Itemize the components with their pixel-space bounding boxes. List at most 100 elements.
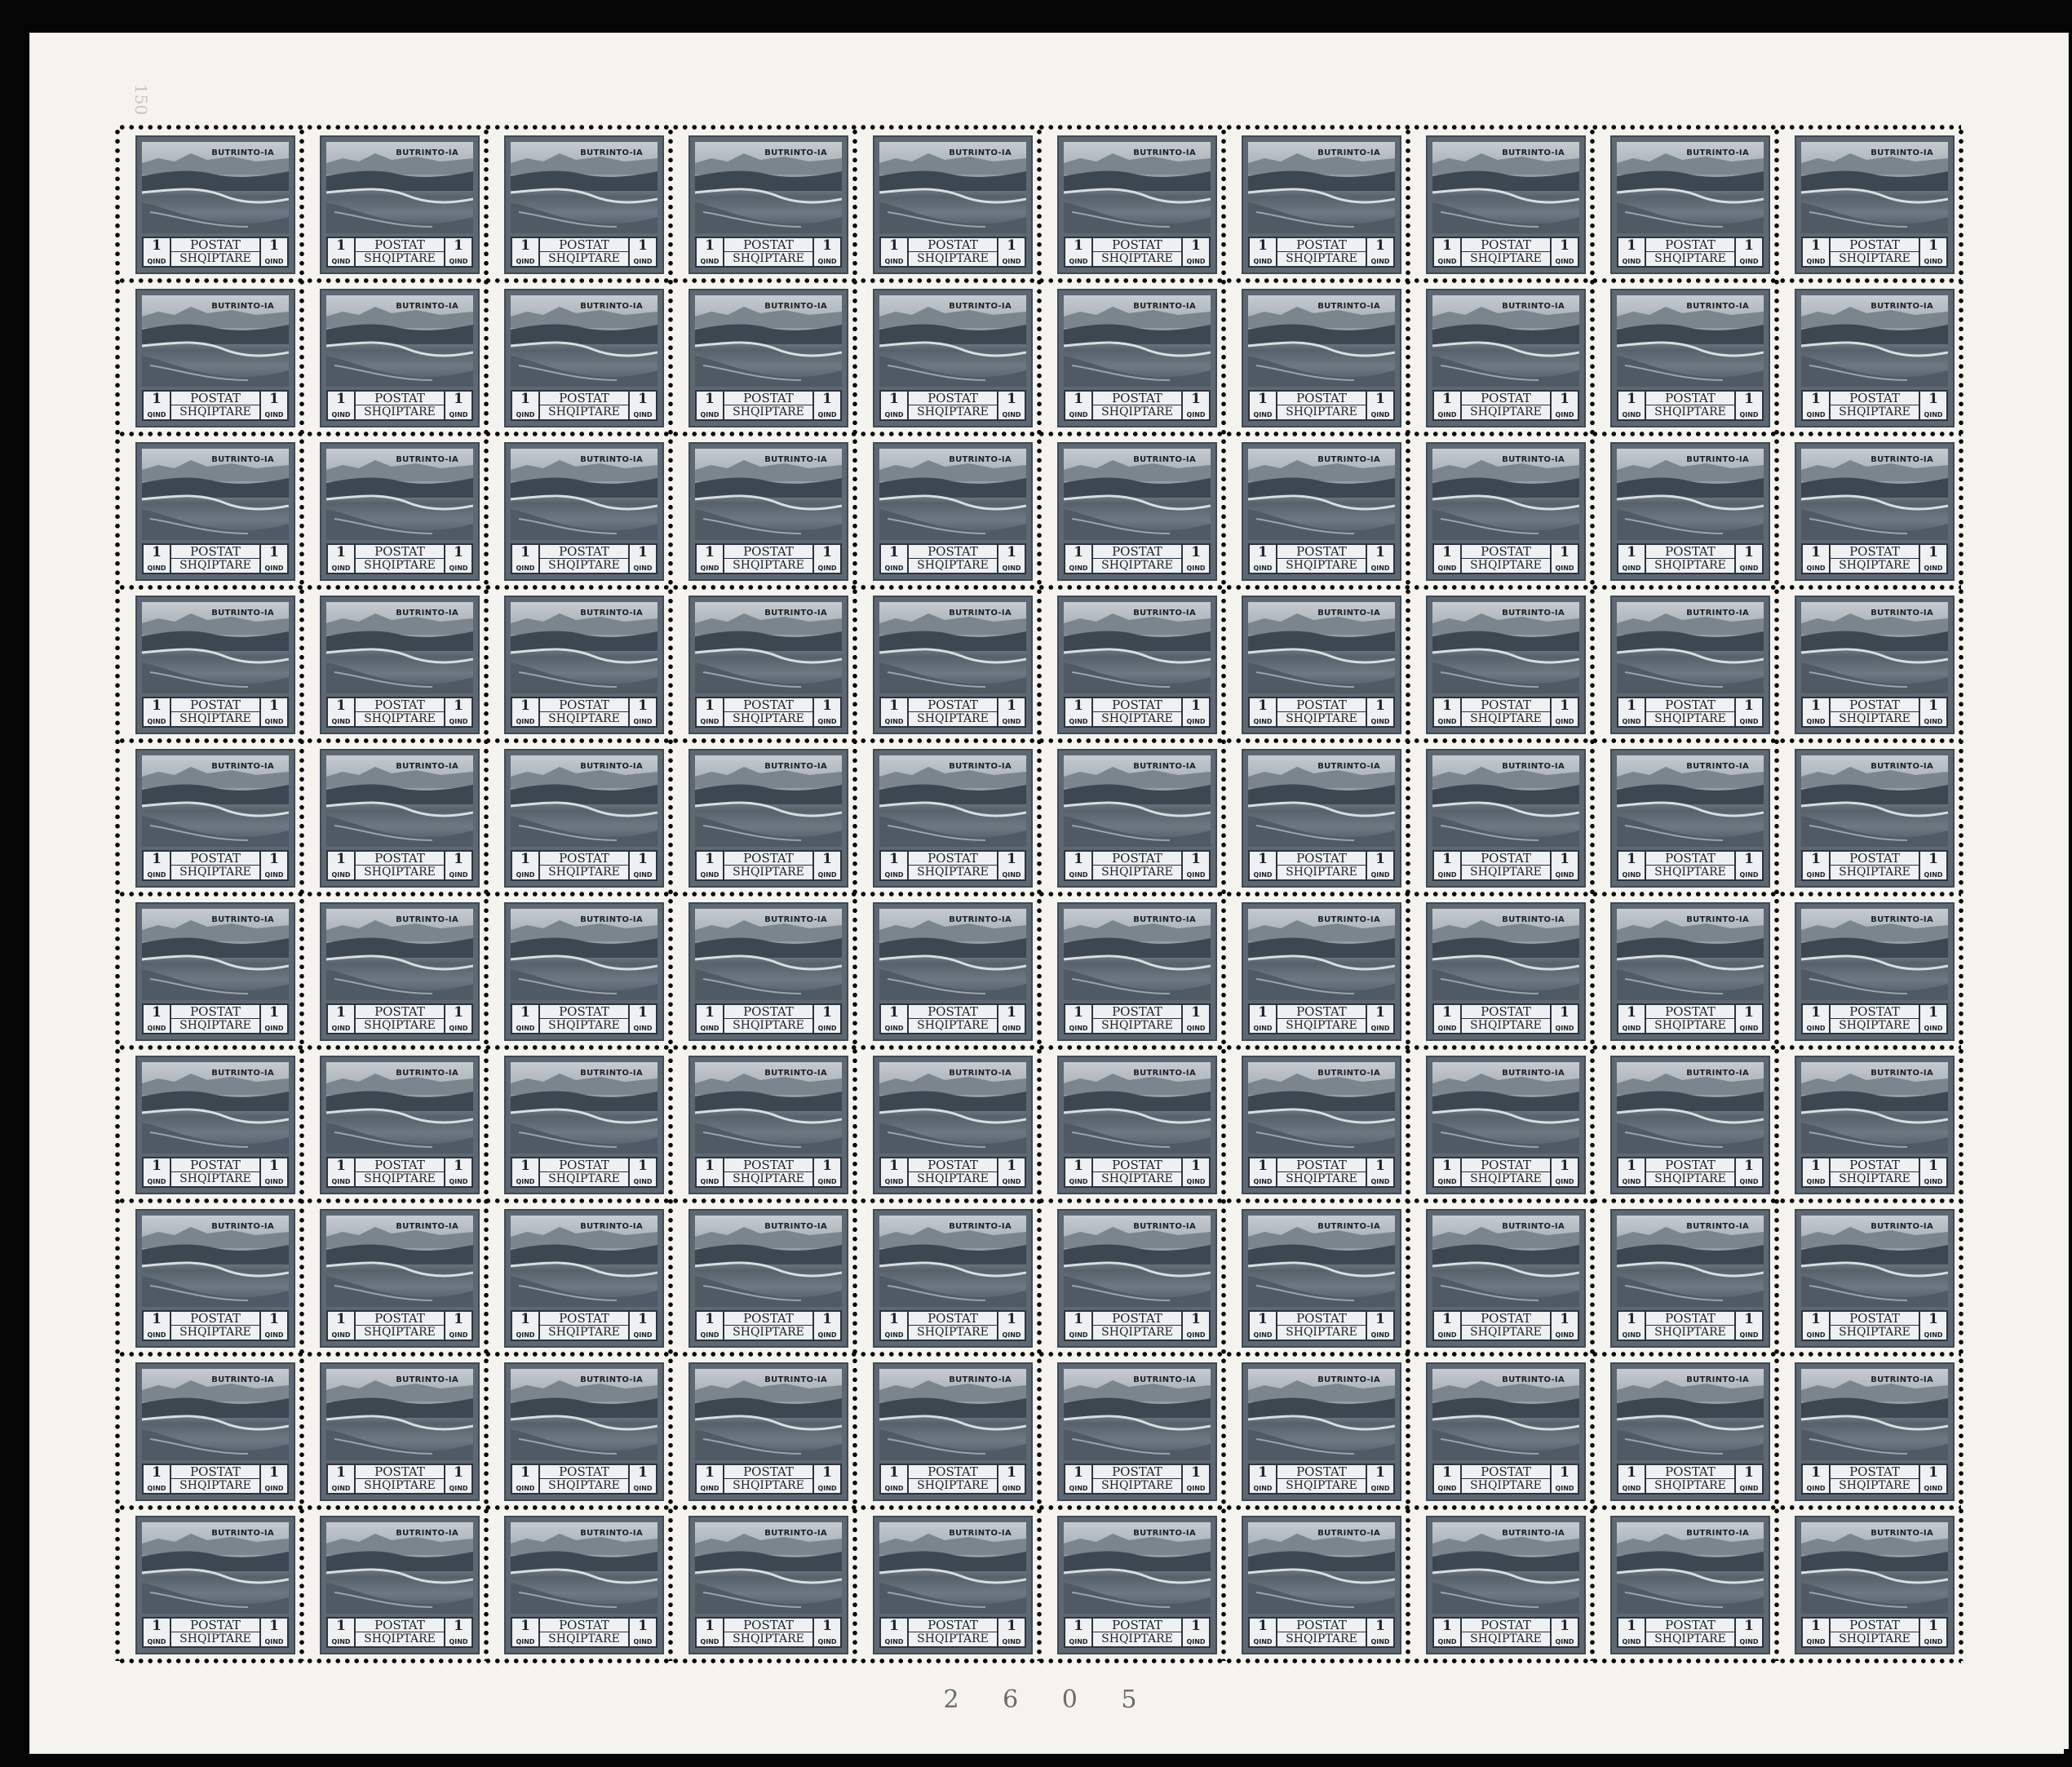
stamp-label-shqiptare: SHQIPTARE [179, 1479, 251, 1492]
stamp: BUTRINTO-IA 1 QIND POSTAT SHQIPTARE 1 QI… [1426, 1516, 1586, 1654]
stamp-caption: BUTRINTO-IA [211, 1529, 274, 1538]
stamp: BUTRINTO-IA 1 QIND POSTAT SHQIPTARE 1 QI… [135, 289, 295, 427]
stamp-caption: BUTRINTO-IA [949, 1222, 1012, 1231]
stamp-value-left: 1 [1074, 698, 1083, 714]
stamp-label-shqiptare: SHQIPTARE [1839, 559, 1910, 572]
stamp-label-shqiptare: SHQIPTARE [179, 559, 251, 572]
stamp-value-frame: 1 QIND POSTAT SHQIPTARE 1 QIND [142, 1464, 289, 1495]
stamp-value-right: 1 [1007, 1464, 1016, 1481]
perforation-column [299, 127, 304, 1661]
stamp-value-left: 1 [152, 1464, 162, 1481]
stamp-caption: BUTRINTO-IA [1871, 1069, 1933, 1078]
stamp-caption: BUTRINTO-IA [1502, 915, 1565, 924]
stamp-value-frame: 1 QIND POSTAT SHQIPTARE 1 QIND [1248, 697, 1395, 728]
stamp-label-postat: POSTAT [1646, 545, 1734, 559]
stamp-value-frame: 1 QIND POSTAT SHQIPTARE 1 QIND [1064, 1157, 1211, 1188]
stamp-landscape-image: BUTRINTO-IA [1248, 142, 1395, 233]
stamp-label-postat: POSTAT [1277, 1619, 1366, 1632]
stamp-value-left: 1 [1627, 1618, 1636, 1634]
stamp-value-frame: 1 QIND POSTAT SHQIPTARE 1 QIND [695, 1617, 842, 1648]
stamp-value-left: 1 [520, 1311, 530, 1327]
stamp-unit-left: QIND [516, 411, 535, 418]
stamp-label-shqiptare: SHQIPTARE [364, 1172, 436, 1185]
stamp-label-shqiptare: SHQIPTARE [917, 1326, 989, 1339]
stamp-unit-left: QIND [1806, 1638, 1826, 1645]
stamp-value-frame: 1 QIND POSTAT SHQIPTARE 1 QIND [142, 850, 289, 881]
stamp-value-left: 1 [1811, 1464, 1821, 1481]
stamp-landscape-image: BUTRINTO-IA [1248, 909, 1395, 1000]
stamp-unit-right: QIND [1370, 1638, 1390, 1645]
stamp-value-left: 1 [1442, 391, 1452, 407]
stamp-value-right: 1 [269, 391, 279, 407]
stamp-unit-right: QIND [817, 871, 837, 879]
stamp: BUTRINTO-IA 1 QIND POSTAT SHQIPTARE 1 QI… [688, 596, 848, 734]
stamp-value-left: 1 [889, 1464, 899, 1481]
stamp-value-left: 1 [1074, 1004, 1083, 1021]
stamp-value-frame: 1 QIND POSTAT SHQIPTARE 1 QIND [1064, 850, 1211, 881]
stamp-label-postat: POSTAT [540, 1312, 628, 1326]
stamp-unit-left: QIND [1806, 1178, 1826, 1185]
stamp-label-postat: POSTAT [1462, 852, 1550, 866]
stamp-caption: BUTRINTO-IA [1871, 455, 1933, 464]
stamp-value-right: 1 [1560, 1158, 1569, 1174]
stamp-value-frame: 1 QIND POSTAT SHQIPTARE 1 QIND [326, 1617, 473, 1648]
stamp-value-right: 1 [454, 237, 463, 254]
stamp-landscape-image: BUTRINTO-IA [1617, 295, 1764, 387]
stamp-label-postat: POSTAT [1831, 1158, 1919, 1172]
stamp-landscape-image: BUTRINTO-IA [1248, 449, 1395, 540]
stamp-value-frame: 1 QIND POSTAT SHQIPTARE 1 QIND [142, 390, 289, 421]
stamp-label-postat: POSTAT [1093, 852, 1181, 866]
stamp-caption: BUTRINTO-IA [396, 609, 458, 618]
stamp-caption: BUTRINTO-IA [1871, 302, 1933, 311]
stamp-label-shqiptare: SHQIPTARE [1839, 712, 1910, 725]
stamp: BUTRINTO-IA 1 QIND POSTAT SHQIPTARE 1 QI… [1610, 442, 1770, 581]
stamp-caption: BUTRINTO-IA [580, 455, 643, 464]
stamp-value-left: 1 [1627, 391, 1636, 407]
stamp-landscape-image: BUTRINTO-IA [142, 295, 289, 387]
stamp-caption: BUTRINTO-IA [1686, 1529, 1749, 1538]
stamp-label-shqiptare: SHQIPTARE [1286, 405, 1357, 418]
stamp-value-frame: 1 QIND POSTAT SHQIPTARE 1 QIND [695, 237, 842, 268]
stamp-value-right: 1 [1191, 544, 1201, 560]
stamp: BUTRINTO-IA 1 QIND POSTAT SHQIPTARE 1 QI… [1057, 1056, 1217, 1194]
perforation-column [668, 127, 673, 1661]
stamp-value-right: 1 [454, 1618, 463, 1634]
stamp-unit-left: QIND [331, 411, 351, 418]
stamp: BUTRINTO-IA 1 QIND POSTAT SHQIPTARE 1 QI… [504, 442, 664, 581]
stamp-value-right: 1 [1560, 851, 1569, 867]
stamp-value-right: 1 [454, 1158, 463, 1174]
stamp-unit-right: QIND [817, 411, 837, 418]
stamp-label-shqiptare: SHQIPTARE [179, 405, 251, 418]
stamp-label-postat: POSTAT [724, 392, 812, 405]
stamp: BUTRINTO-IA 1 QIND POSTAT SHQIPTARE 1 QI… [320, 289, 480, 427]
stamp-label-postat: POSTAT [356, 1312, 444, 1326]
stamp-label-shqiptare: SHQIPTARE [364, 1479, 436, 1492]
stamp-unit-right: QIND [1186, 1638, 1206, 1645]
stamp-value-frame: 1 QIND POSTAT SHQIPTARE 1 QIND [1801, 850, 1948, 881]
stamp: BUTRINTO-IA 1 QIND POSTAT SHQIPTARE 1 QI… [873, 1362, 1033, 1501]
stamp-caption: BUTRINTO-IA [1686, 1222, 1749, 1231]
stamp-caption: BUTRINTO-IA [1686, 915, 1749, 924]
stamp-value-right: 1 [638, 1618, 648, 1634]
stamp-value-left: 1 [705, 1464, 715, 1481]
stamp-value-left: 1 [1811, 544, 1821, 560]
stamp-unit-right: QIND [817, 1178, 837, 1185]
stamp: BUTRINTO-IA 1 QIND POSTAT SHQIPTARE 1 QI… [1795, 289, 1955, 427]
perforation-column [1774, 127, 1779, 1661]
stamp-landscape-image: BUTRINTO-IA [511, 1062, 657, 1154]
stamp-caption: BUTRINTO-IA [1317, 915, 1380, 924]
stamp-unit-right: QIND [1924, 871, 1943, 879]
stamp-value-left: 1 [336, 698, 346, 714]
stamp-landscape-image: BUTRINTO-IA [511, 755, 657, 847]
stamp-unit-right: QIND [633, 258, 653, 265]
stamp-unit-right: QIND [1186, 1178, 1206, 1185]
stamp-value-right: 1 [1007, 698, 1016, 714]
stamp-unit-left: QIND [516, 718, 535, 725]
stamp-label-shqiptare: SHQIPTARE [1654, 866, 1726, 879]
stamp-label-postat: POSTAT [724, 1619, 812, 1632]
stamp-unit-right: QIND [264, 411, 284, 418]
stamp-label-postat: POSTAT [1277, 238, 1366, 252]
stamp-value-right: 1 [1375, 237, 1385, 254]
stamp-caption: BUTRINTO-IA [1502, 1069, 1565, 1078]
stamp-label-shqiptare: SHQIPTARE [179, 1326, 251, 1339]
